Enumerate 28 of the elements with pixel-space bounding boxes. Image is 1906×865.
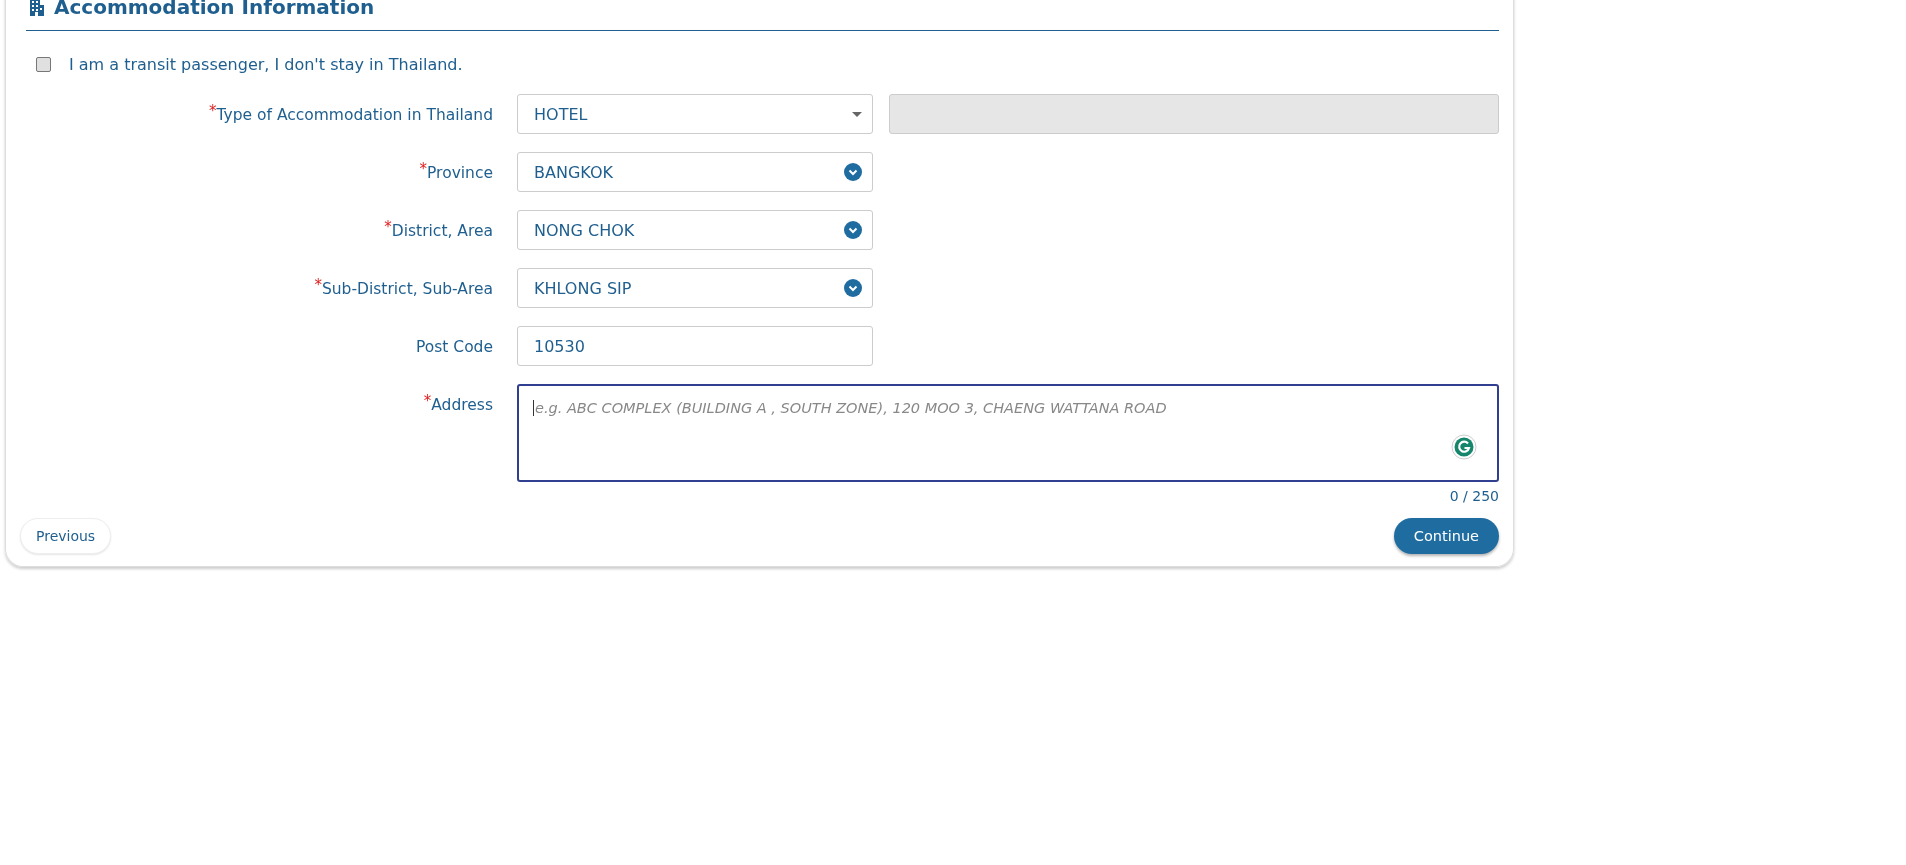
dropdown-field[interactable]: HOTEL bbox=[517, 94, 873, 134]
chevron-down-icon bbox=[844, 279, 862, 297]
continue-button[interactable]: Continue bbox=[1393, 518, 1499, 554]
chevron-down-icon bbox=[844, 163, 862, 181]
field-label: Sub-District, Sub-Area bbox=[321, 280, 493, 298]
required-mark: * bbox=[384, 218, 392, 236]
building-icon bbox=[28, 0, 46, 16]
dropdown-field[interactable]: KHLONG SIP bbox=[517, 268, 873, 308]
grammar-check-icon[interactable] bbox=[1451, 434, 1477, 460]
field-label: District, Area bbox=[391, 222, 493, 240]
checkbox-label: I am a transit passenger, I don't stay in Thailand. bbox=[69, 55, 463, 74]
dropdown-field[interactable]: NONG CHOK bbox=[517, 210, 873, 250]
field-label: Province bbox=[427, 164, 493, 182]
previous-button[interactable]: Previous bbox=[20, 518, 112, 554]
field-label: Post Code bbox=[415, 338, 493, 356]
caret-icon bbox=[852, 111, 862, 117]
required-mark: * bbox=[314, 276, 322, 294]
required-mark: * bbox=[423, 392, 432, 410]
dropdown-field[interactable]: BANGKOK bbox=[517, 152, 873, 192]
required-mark: * bbox=[209, 102, 217, 120]
required-mark: * bbox=[419, 160, 428, 178]
input-field[interactable]: 10530 bbox=[517, 326, 873, 366]
field-label: Type of Accommodation in Thailand bbox=[216, 106, 493, 124]
field-label: Address bbox=[431, 396, 493, 414]
character-counter: 0 / 250 bbox=[1448, 488, 1499, 504]
address-field[interactable]: e.g. ABC COMPLEX (BUILDING A , SOUTH ZONE), 120 MOO 3, CHAENG WATTANA ROAD bbox=[517, 384, 1499, 482]
chevron-down-icon bbox=[844, 221, 862, 239]
checkbox[interactable] bbox=[36, 57, 51, 72]
